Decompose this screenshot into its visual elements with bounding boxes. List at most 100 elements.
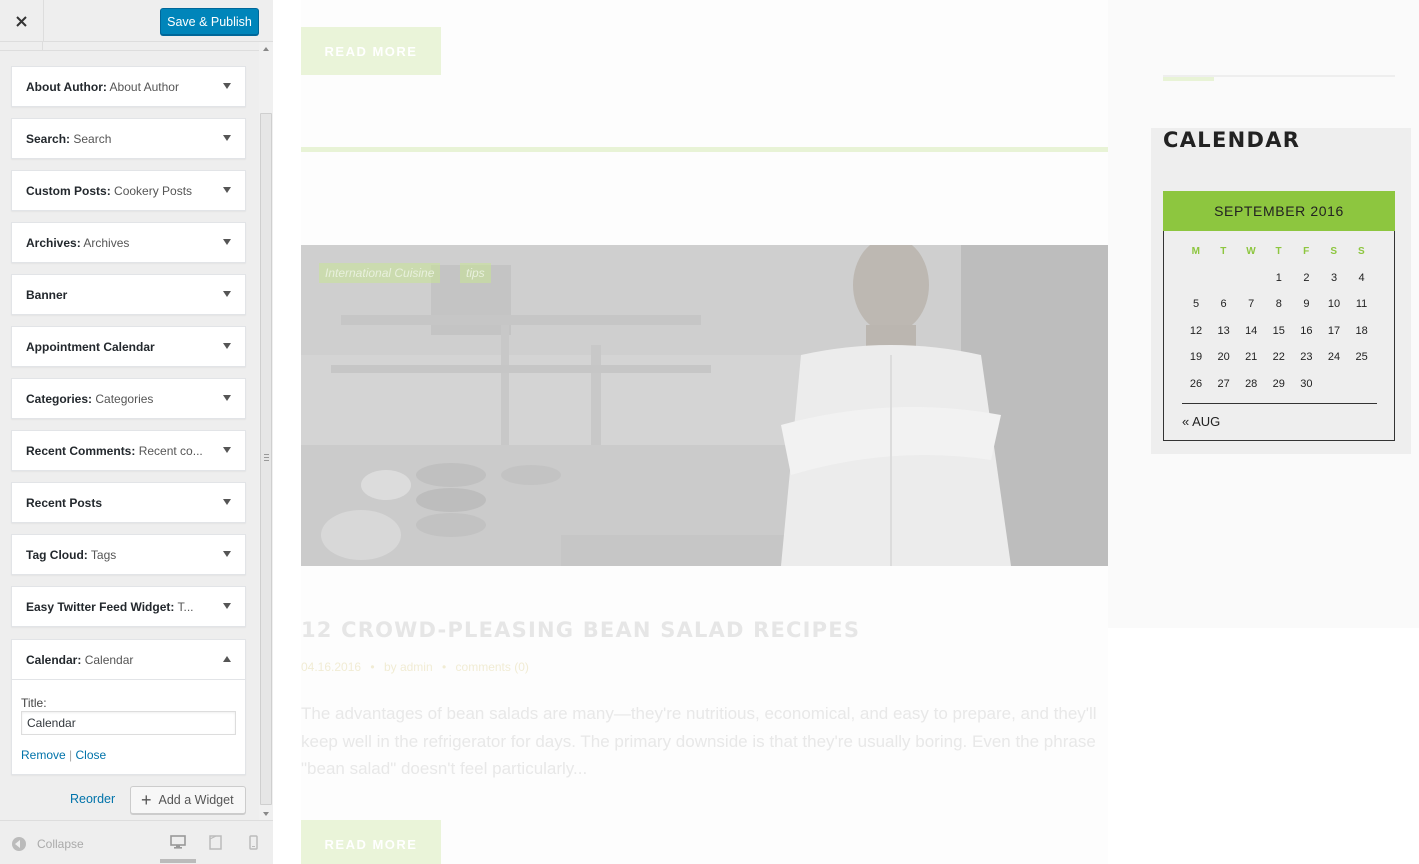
chevron-down-icon[interactable] xyxy=(223,291,231,297)
remove-link[interactable]: Remove xyxy=(21,748,66,762)
chevron-down-icon[interactable] xyxy=(223,83,231,89)
panel-divider-line xyxy=(0,50,259,51)
chevron-down-icon[interactable] xyxy=(223,343,231,349)
read-more-button[interactable]: READ MORE xyxy=(301,820,441,864)
close-link[interactable]: Close xyxy=(76,748,107,762)
widget-type: About Author xyxy=(26,80,103,94)
widget-type: Appointment Calendar xyxy=(26,340,155,354)
meta-bullet: • xyxy=(370,660,375,674)
calendar-day: 21 xyxy=(1245,351,1258,364)
calendar-weekday: F xyxy=(1303,246,1310,257)
title-input[interactable] xyxy=(21,711,236,735)
calendar-weekday: S xyxy=(1330,246,1338,257)
widget-item[interactable]: Recent Comments: Recent co... xyxy=(11,430,246,471)
mobile-icon xyxy=(249,835,258,850)
widget-title: Easy Twitter Feed Widget: T... xyxy=(26,600,194,614)
collapse-label: Collapse xyxy=(37,837,84,851)
calendar-day: 25 xyxy=(1355,351,1368,364)
calendar-day: 6 xyxy=(1220,298,1227,311)
calendar-day: 12 xyxy=(1189,324,1203,337)
calendar-day: 14 xyxy=(1245,324,1258,337)
widget-instance: About Author xyxy=(109,80,179,94)
panel-divider xyxy=(42,42,43,50)
calendar-heading: CALENDAR xyxy=(1163,128,1301,152)
calendar-weekday: M xyxy=(1191,246,1201,257)
chevron-down-icon[interactable] xyxy=(223,603,231,609)
widget-calendar-title: Calendar: Calendar xyxy=(26,653,134,667)
post-comments[interactable]: comments (0) xyxy=(456,660,529,674)
customizer-header: Save & Publish xyxy=(0,0,273,42)
read-more-button[interactable]: READ MORE xyxy=(301,27,441,75)
chevron-down-icon[interactable] xyxy=(223,551,231,557)
calendar-day: 10 xyxy=(1327,298,1341,311)
widget-item[interactable]: Easy Twitter Feed Widget: T... xyxy=(11,586,246,627)
chevron-down-icon[interactable] xyxy=(223,447,231,453)
chevron-down-icon[interactable] xyxy=(223,239,231,245)
chevron-down-icon[interactable] xyxy=(223,187,231,193)
calendar-day: 16 xyxy=(1300,324,1313,337)
widget-instance: Categories xyxy=(95,392,154,406)
widget-item[interactable]: About Author: About Author xyxy=(11,66,246,107)
add-widget-button[interactable]: + Add a Widget xyxy=(130,786,246,814)
desktop-preview-button[interactable] xyxy=(160,835,196,863)
tablet-preview-button[interactable] xyxy=(209,835,222,855)
widget-item[interactable]: Recent Posts xyxy=(11,482,246,523)
post-featured-image[interactable]: International Cuisine tips xyxy=(301,245,1108,566)
collapse-arrow-icon xyxy=(12,837,26,851)
chevron-up-icon[interactable] xyxy=(223,656,231,662)
widget-title: Custom Posts: Cookery Posts xyxy=(26,184,193,198)
category-tag[interactable]: International Cuisine xyxy=(319,263,441,283)
chef-kitchen-image xyxy=(301,245,1108,566)
panel-scrollbar[interactable] xyxy=(259,42,273,820)
post-excerpt: The advantages of bean salads are many—t… xyxy=(301,704,1097,778)
widget-item[interactable]: Categories: Categories xyxy=(11,378,246,419)
widget-title: Categories: Categories xyxy=(26,392,154,406)
widget-instance: Archives xyxy=(83,236,130,250)
site-preview: READ MORE International Cuisine tips 12 … xyxy=(274,0,1419,864)
chevron-down-icon[interactable] xyxy=(223,135,231,141)
title-field-label: Title: xyxy=(21,696,47,710)
widget-type: Recent Posts xyxy=(26,496,103,510)
tablet-icon xyxy=(209,835,222,850)
widget-type: Calendar xyxy=(26,653,78,667)
add-widget-label: Add a Widget xyxy=(158,793,234,807)
chevron-down-icon[interactable] xyxy=(223,395,231,401)
widget-item[interactable]: Custom Posts: Cookery Posts xyxy=(11,170,246,211)
widget-separator-accent xyxy=(1163,77,1214,81)
save-publish-button[interactable]: Save & Publish xyxy=(160,8,259,35)
widget-instance: Cookery Posts xyxy=(114,184,193,198)
scroll-down-icon[interactable] xyxy=(263,812,269,816)
scrollbar-thumb[interactable] xyxy=(260,113,272,805)
post-author[interactable]: by admin xyxy=(384,660,433,674)
calendar-day: 15 xyxy=(1272,324,1285,337)
widget-title: Search: Search xyxy=(26,132,112,146)
mobile-preview-button[interactable] xyxy=(249,835,258,855)
widget-item[interactable]: Appointment Calendar xyxy=(11,326,246,367)
widget-type: Recent Comments xyxy=(26,444,132,458)
collapse-button[interactable]: Collapse xyxy=(12,837,84,851)
calendar-day: 20 xyxy=(1217,351,1230,364)
widget-item[interactable]: Banner xyxy=(11,274,246,315)
grip-icon xyxy=(264,454,269,461)
calendar-day: 22 xyxy=(1272,351,1285,364)
close-customizer-button[interactable] xyxy=(0,0,44,42)
widget-calendar-header[interactable]: Calendar: Calendar xyxy=(12,640,245,680)
reorder-link[interactable]: Reorder xyxy=(70,792,115,806)
widget-type: Custom Posts xyxy=(26,184,107,198)
calendar-weekday: S xyxy=(1358,246,1366,257)
widget-title: About Author: About Author xyxy=(26,80,179,94)
post-meta: 04.16.2016 • by admin • comments (0) xyxy=(301,660,535,674)
scroll-up-icon[interactable] xyxy=(263,47,269,51)
calendar-day: 30 xyxy=(1300,377,1313,390)
category-tag[interactable]: tips xyxy=(460,263,491,283)
calendar-prev-month-link[interactable]: « AUG xyxy=(1182,414,1220,429)
calendar-widget: CALENDAR SEPTEMBER 2016 MTWTFSS123456789… xyxy=(1151,128,1411,454)
post-title[interactable]: 12 CROWD-PLEASING BEAN SALAD RECIPES xyxy=(301,618,860,642)
link-separator: | xyxy=(69,748,73,762)
widget-title: Appointment Calendar xyxy=(26,327,216,367)
widget-item[interactable]: Tag Cloud: Tags xyxy=(11,534,246,575)
chevron-down-icon[interactable] xyxy=(223,499,231,505)
widget-item[interactable]: Search: Search xyxy=(11,118,246,159)
calendar-day: 26 xyxy=(1189,377,1203,390)
widget-item[interactable]: Archives: Archives xyxy=(11,222,246,263)
